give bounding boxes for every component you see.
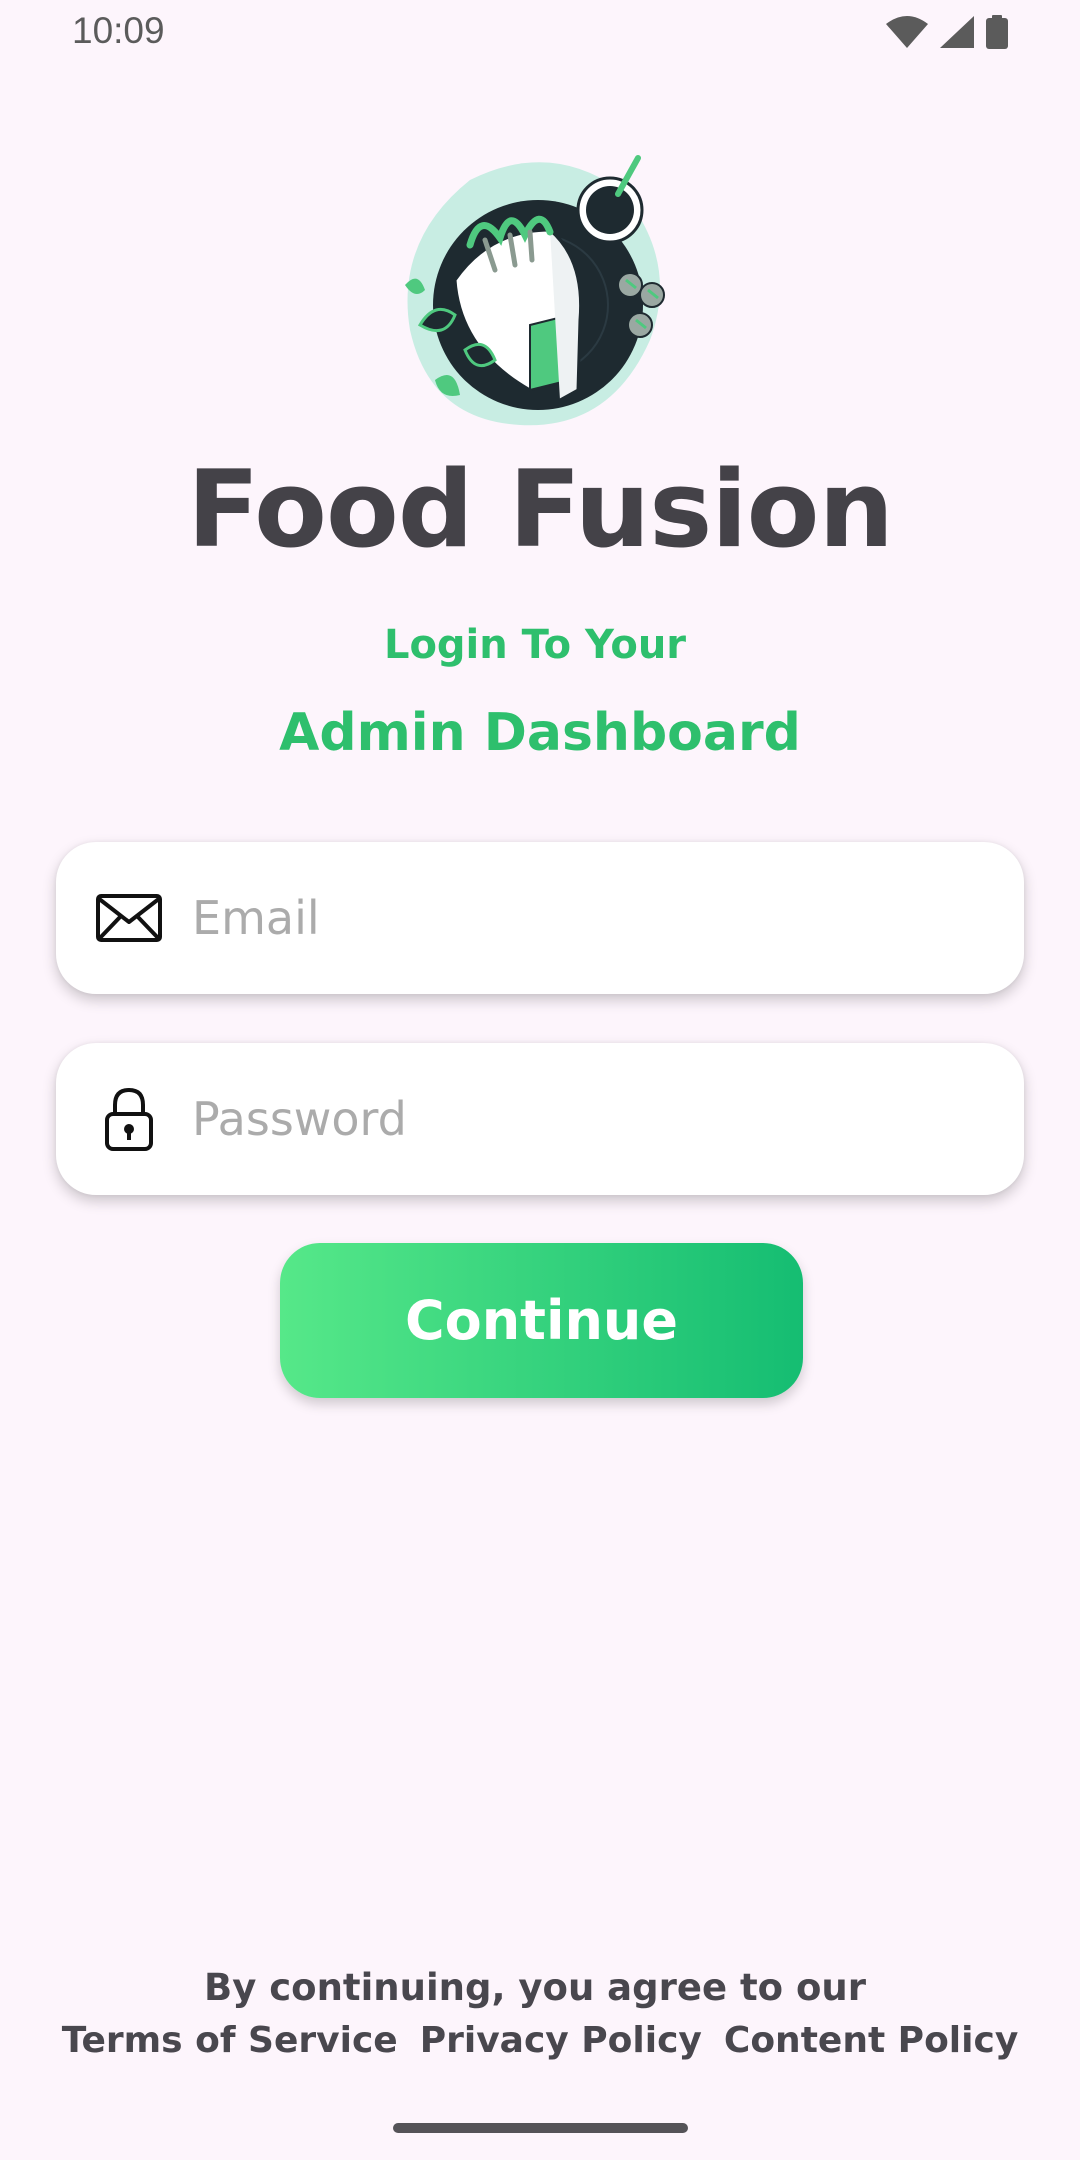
privacy-policy-link[interactable]: Privacy Policy [420, 2020, 702, 2061]
status-icons [886, 14, 1008, 54]
dashboard-subtitle: Admin Dashboard [279, 703, 801, 763]
app-title: Food Fusion [187, 448, 894, 571]
lock-icon [94, 1084, 164, 1154]
status-time: 10:09 [72, 10, 165, 51]
footer-links: Terms of Service Privacy Policy Content … [0, 2020, 1080, 2061]
home-indicator[interactable] [393, 2123, 688, 2133]
app-logo [400, 150, 680, 430]
food-wrap-illustration-icon [405, 155, 665, 426]
email-input[interactable] [190, 890, 974, 946]
battery-icon [986, 15, 1008, 53]
content-policy-link[interactable]: Content Policy [724, 2020, 1018, 2061]
password-field[interactable] [56, 1043, 1024, 1195]
email-field[interactable] [56, 842, 1024, 994]
envelope-icon [94, 883, 164, 953]
terms-agreement-text: By continuing, you agree to our [204, 1966, 866, 2009]
continue-button[interactable]: Continue [280, 1243, 803, 1398]
status-bar: 10:09 [0, 0, 1080, 64]
terms-of-service-link[interactable]: Terms of Service [62, 2020, 398, 2061]
wifi-icon [886, 16, 928, 52]
password-input[interactable] [190, 1091, 974, 1147]
cellular-signal-icon [940, 16, 974, 52]
login-subtitle: Login To Your [383, 622, 687, 668]
